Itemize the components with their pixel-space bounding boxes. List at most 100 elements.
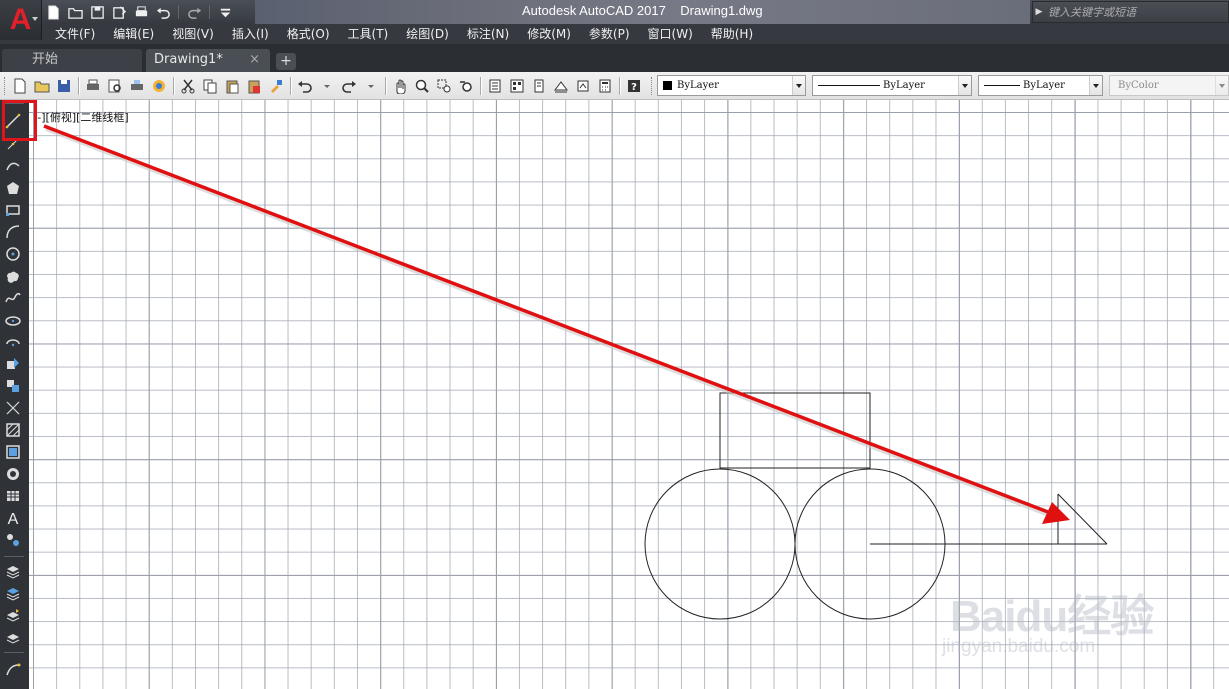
menu-dimension[interactable]: 标注(N) bbox=[458, 24, 518, 44]
redo-icon[interactable] bbox=[338, 75, 360, 97]
menu-insert[interactable]: 插入(I) bbox=[223, 24, 278, 44]
plot-preview-icon[interactable] bbox=[104, 75, 126, 97]
new-icon[interactable] bbox=[44, 3, 62, 21]
save-icon[interactable] bbox=[88, 3, 106, 21]
polygon-icon[interactable] bbox=[2, 177, 24, 198]
layer-previous-icon[interactable] bbox=[2, 604, 24, 625]
3d-print-icon[interactable] bbox=[148, 75, 170, 97]
undo-icon[interactable] bbox=[294, 75, 316, 97]
toolbar-separator bbox=[178, 5, 179, 19]
layer-isolate-icon[interactable] bbox=[2, 626, 24, 647]
search-box[interactable]: ▶ bbox=[1032, 1, 1229, 23]
insert-block-icon[interactable] bbox=[2, 353, 24, 374]
gradient-icon[interactable] bbox=[2, 441, 24, 462]
lineweight-control-value: ByLayer bbox=[1023, 80, 1065, 91]
menu-draw[interactable]: 绘图(D) bbox=[397, 24, 458, 44]
chevron-down-icon[interactable] bbox=[958, 76, 971, 95]
calculator-icon[interactable] bbox=[594, 75, 616, 97]
cut-icon[interactable] bbox=[177, 75, 199, 97]
chevron-down-icon bbox=[32, 17, 38, 21]
menu-help[interactable]: 帮助(H) bbox=[702, 24, 762, 44]
new-tab-button[interactable]: + bbox=[276, 53, 296, 70]
tab-start[interactable]: 开始 bbox=[2, 49, 142, 72]
polyline-icon[interactable] bbox=[2, 155, 24, 176]
zoom-window-icon[interactable] bbox=[433, 75, 455, 97]
undo-icon[interactable] bbox=[154, 3, 172, 21]
new-icon[interactable] bbox=[9, 75, 31, 97]
table-icon[interactable] bbox=[2, 485, 24, 506]
save-icon[interactable] bbox=[53, 75, 75, 97]
undo-dropdown-icon[interactable] bbox=[316, 75, 338, 97]
customize-icon[interactable] bbox=[216, 3, 234, 21]
zoom-previous-icon[interactable] bbox=[455, 75, 477, 97]
paste-icon[interactable] bbox=[221, 75, 243, 97]
hatch-icon[interactable] bbox=[2, 419, 24, 440]
zoom-realtime-icon[interactable] bbox=[411, 75, 433, 97]
linetype-preview bbox=[818, 85, 880, 86]
menu-file[interactable]: 文件(F) bbox=[46, 24, 104, 44]
menu-parametric[interactable]: 参数(P) bbox=[580, 24, 639, 44]
redo-icon[interactable] bbox=[185, 3, 203, 21]
search-input[interactable] bbox=[1045, 2, 1228, 22]
close-icon[interactable]: × bbox=[249, 49, 260, 71]
search-expand-icon[interactable]: ▶ bbox=[1033, 2, 1045, 22]
viewport-controls[interactable]: [-][俯视][二维线框] bbox=[33, 109, 129, 125]
linetype-control[interactable]: ByLayer bbox=[812, 75, 972, 96]
layer-properties-icon[interactable] bbox=[2, 560, 24, 581]
application-menu-button[interactable]: A bbox=[0, 0, 42, 40]
tab-drawing1-label: Drawing1* bbox=[154, 52, 223, 67]
region-icon[interactable] bbox=[2, 463, 24, 484]
point-icon[interactable] bbox=[2, 397, 24, 418]
sheet-set-icon[interactable] bbox=[550, 75, 572, 97]
properties-icon[interactable] bbox=[484, 75, 506, 97]
menu-bar: 文件(F) 编辑(E) 视图(V) 插入(I) 格式(O) 工具(T) 绘图(D… bbox=[0, 24, 1229, 44]
menu-window[interactable]: 窗口(W) bbox=[639, 24, 702, 44]
edit-polyline-icon[interactable] bbox=[2, 658, 24, 679]
markup-icon[interactable] bbox=[572, 75, 594, 97]
revision-cloud-icon[interactable] bbox=[2, 265, 24, 286]
plot-icon[interactable] bbox=[82, 75, 104, 97]
svg-text:A: A bbox=[8, 511, 19, 526]
ellipse-arc-icon[interactable] bbox=[2, 331, 24, 352]
save-as-icon[interactable] bbox=[110, 3, 128, 21]
multiline-text-icon[interactable]: A bbox=[2, 507, 24, 528]
open-icon[interactable] bbox=[66, 3, 84, 21]
pan-icon[interactable] bbox=[389, 75, 411, 97]
menu-view[interactable]: 视图(V) bbox=[163, 24, 223, 44]
rectangle-icon[interactable] bbox=[2, 199, 24, 220]
publish-icon[interactable] bbox=[126, 75, 148, 97]
toolbar-grip[interactable] bbox=[4, 77, 7, 95]
paste-block-icon[interactable] bbox=[243, 75, 265, 97]
color-control[interactable]: ByLayer bbox=[657, 75, 806, 96]
menu-edit[interactable]: 编辑(E) bbox=[104, 24, 163, 44]
chevron-down-icon[interactable] bbox=[792, 76, 805, 95]
autocad-logo: A bbox=[9, 3, 32, 36]
lineweight-control[interactable]: ByLayer bbox=[978, 75, 1103, 96]
menu-tools[interactable]: 工具(T) bbox=[339, 24, 398, 44]
toolbar-grip[interactable] bbox=[651, 77, 654, 95]
menu-modify[interactable]: 修改(M) bbox=[518, 24, 580, 44]
chevron-down-icon[interactable] bbox=[1089, 76, 1102, 95]
toolbar-separator bbox=[173, 77, 174, 95]
open-icon[interactable] bbox=[31, 75, 53, 97]
copy-icon[interactable] bbox=[199, 75, 221, 97]
menu-format[interactable]: 格式(O) bbox=[278, 24, 339, 44]
draw-toolbar: A bbox=[0, 100, 29, 689]
ellipse-icon[interactable] bbox=[2, 309, 24, 330]
design-center-icon[interactable] bbox=[506, 75, 528, 97]
plot-icon[interactable] bbox=[132, 3, 150, 21]
layer-state-icon[interactable] bbox=[2, 582, 24, 603]
circle-icon[interactable] bbox=[2, 243, 24, 264]
tool-palettes-icon[interactable] bbox=[528, 75, 550, 97]
redo-dropdown-icon[interactable] bbox=[360, 75, 382, 97]
svg-text:?: ? bbox=[631, 82, 637, 93]
tab-drawing1[interactable]: Drawing1* × bbox=[146, 49, 270, 72]
match-properties-icon[interactable] bbox=[265, 75, 287, 97]
add-selected-icon[interactable] bbox=[2, 529, 24, 550]
make-block-icon[interactable] bbox=[2, 375, 24, 396]
spline-icon[interactable] bbox=[2, 287, 24, 308]
arc-icon[interactable] bbox=[2, 221, 24, 242]
file-tab-bar: 开始 Drawing1* × + bbox=[0, 44, 1229, 72]
watermark-url: jingyan.baidu.com bbox=[942, 636, 1096, 657]
help-icon[interactable]: ? bbox=[623, 75, 645, 97]
